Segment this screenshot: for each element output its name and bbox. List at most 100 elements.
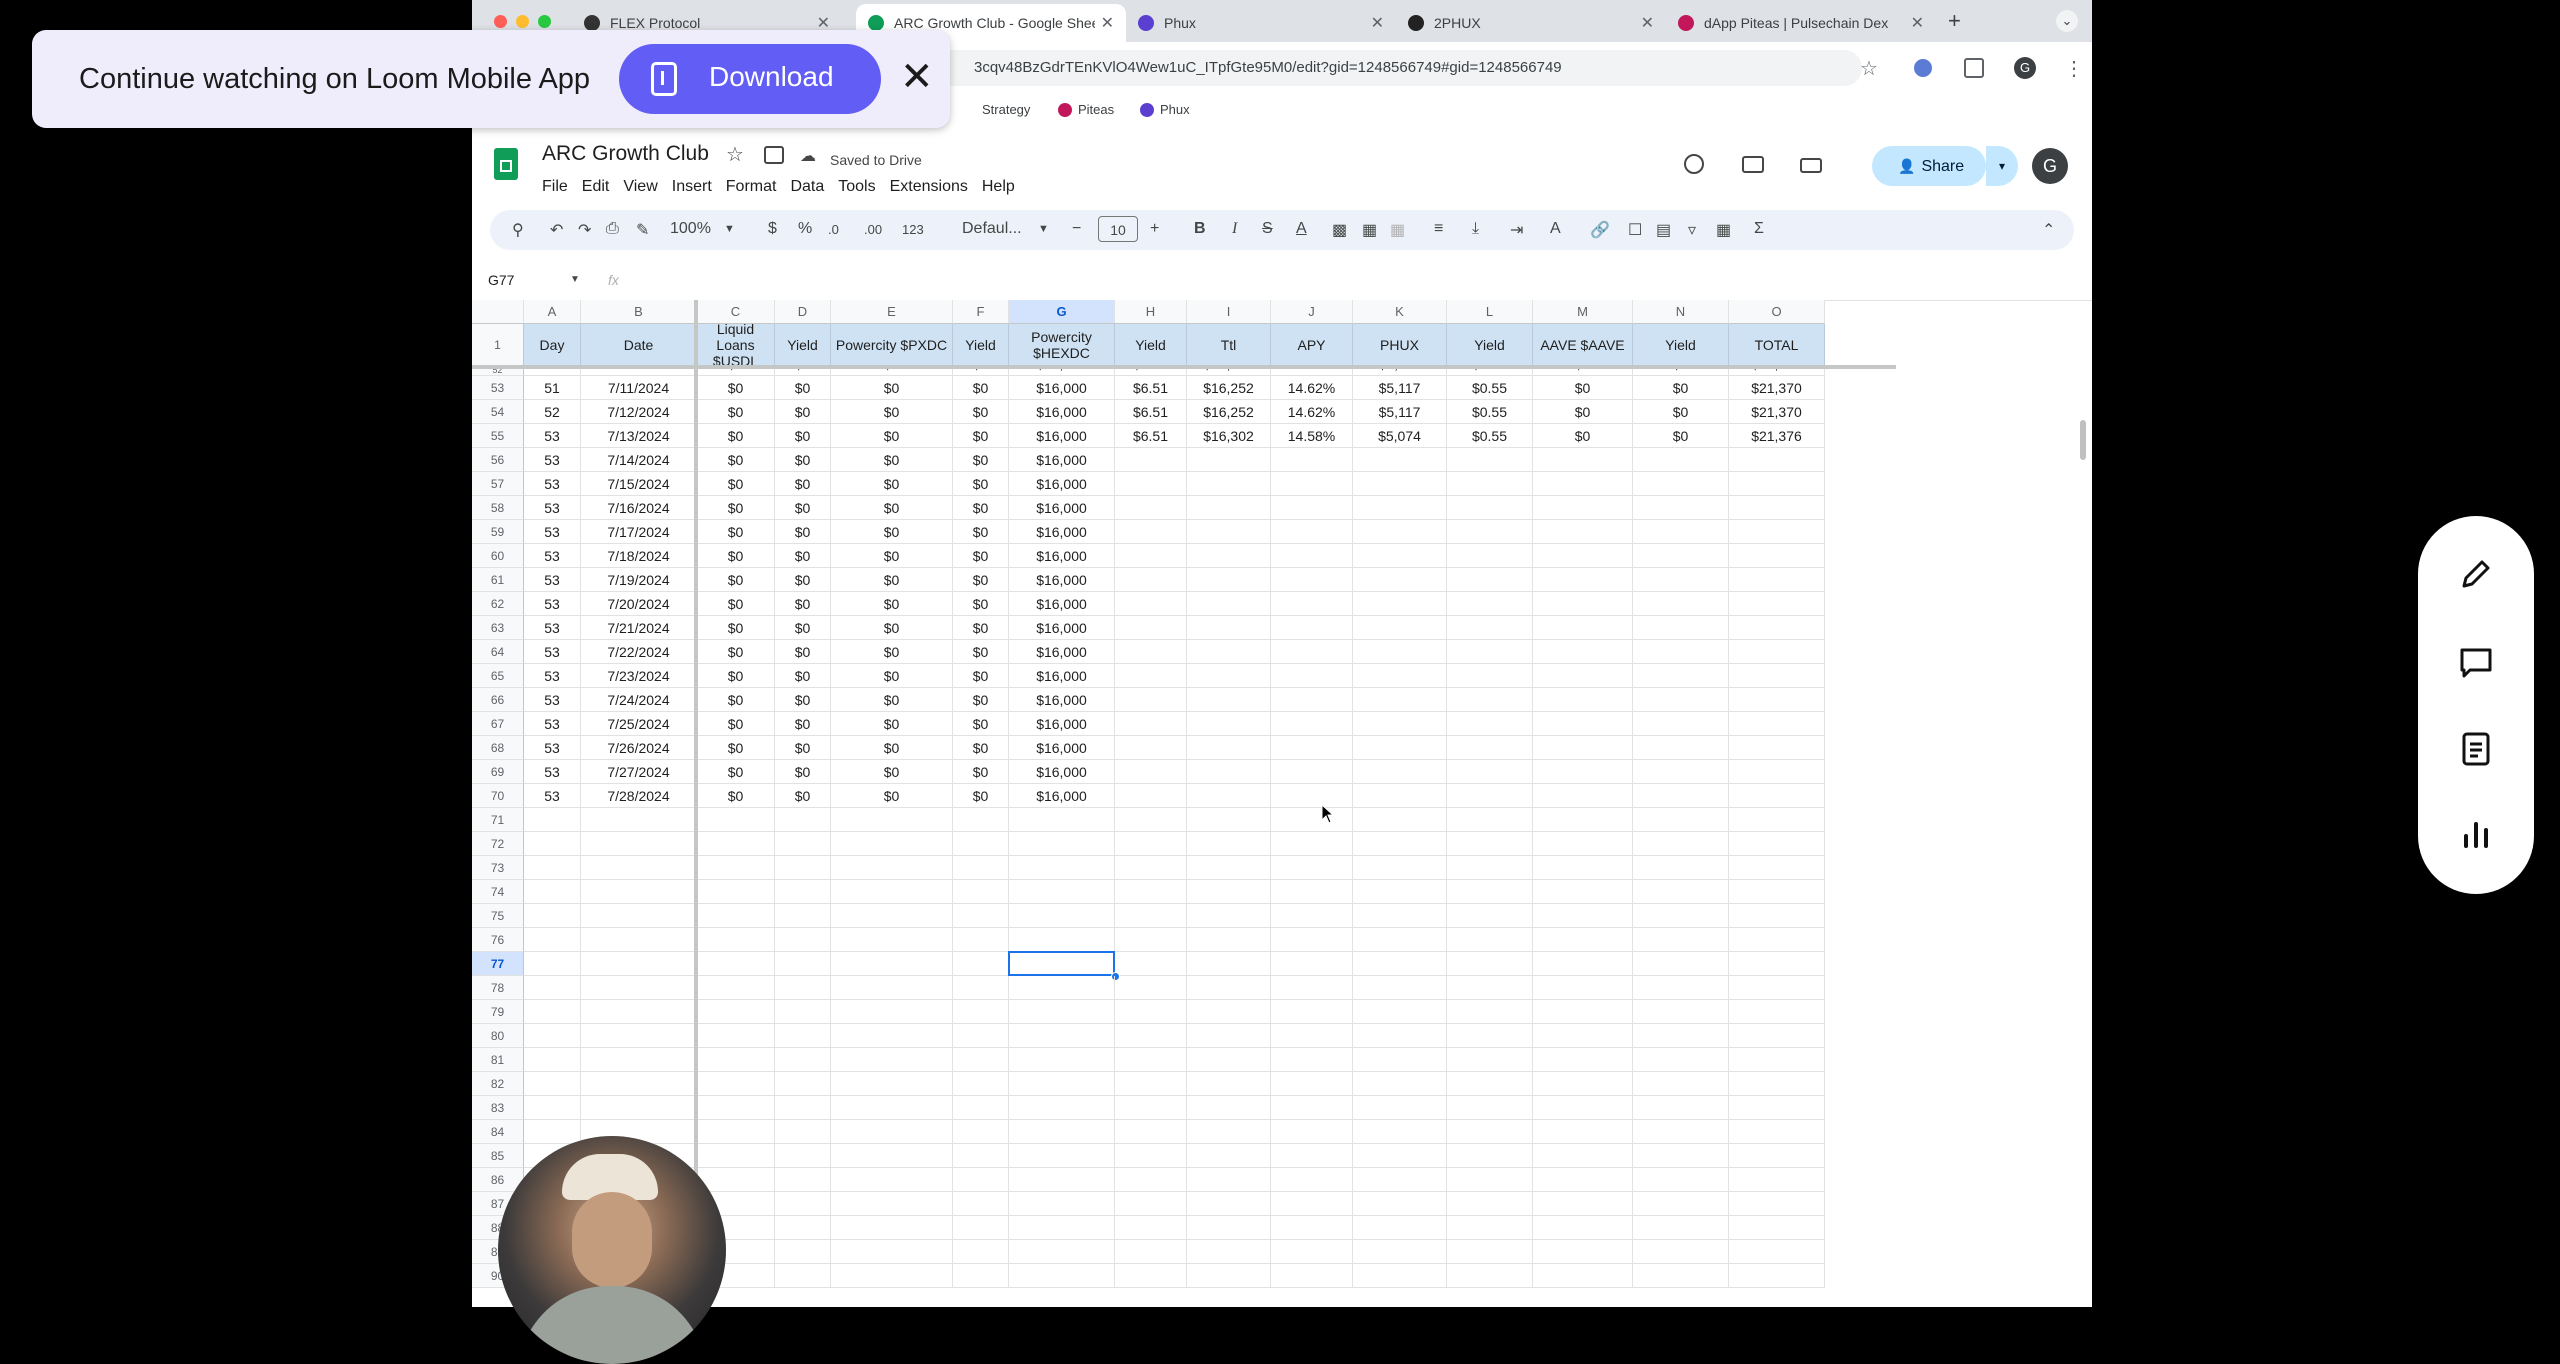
table-cell[interactable] — [1115, 472, 1187, 496]
table-cell[interactable] — [1353, 664, 1447, 688]
table-cell[interactable] — [1633, 1024, 1729, 1048]
new-tab-button[interactable]: + — [1948, 8, 1961, 34]
more-formats-button[interactable]: 123 — [902, 222, 924, 237]
table-cell[interactable] — [775, 880, 831, 904]
row-header[interactable]: 65 — [472, 664, 524, 688]
table-cell[interactable]: 53 — [524, 760, 581, 784]
table-cell[interactable] — [1187, 568, 1271, 592]
table-cell[interactable] — [1633, 1144, 1729, 1168]
table-cell[interactable]: $0 — [775, 688, 831, 712]
row-header[interactable]: 66 — [472, 688, 524, 712]
table-cell[interactable] — [1353, 472, 1447, 496]
table-cell[interactable]: $16,000 — [1009, 376, 1115, 400]
table-cell[interactable]: 53 — [524, 520, 581, 544]
table-cell[interactable]: 7/14/2024 — [581, 448, 697, 472]
table-cell[interactable] — [1009, 928, 1115, 952]
insert-link-icon[interactable]: 🔗 — [1590, 220, 1610, 240]
table-cell[interactable] — [1447, 496, 1533, 520]
table-cell[interactable] — [1533, 760, 1633, 784]
row-header[interactable]: 72 — [472, 832, 524, 856]
table-cell[interactable] — [581, 1048, 697, 1072]
table-cell[interactable] — [1633, 616, 1729, 640]
table-cell[interactable] — [775, 1048, 831, 1072]
table-cell[interactable]: $6.51 — [1115, 400, 1187, 424]
table-cell[interactable] — [1533, 1240, 1633, 1264]
table-cell[interactable]: $16,000 — [1009, 736, 1115, 760]
table-cell[interactable]: $0 — [697, 496, 775, 520]
table-cell[interactable]: $6.51 — [1115, 424, 1187, 448]
table-cell[interactable] — [1353, 568, 1447, 592]
table-cell[interactable] — [1115, 1192, 1187, 1216]
table-cell[interactable] — [1447, 544, 1533, 568]
table-cell[interactable] — [1353, 640, 1447, 664]
table-cell[interactable] — [775, 1120, 831, 1144]
table-cell[interactable] — [1729, 1264, 1825, 1288]
table-cell[interactable] — [1271, 712, 1353, 736]
table-cell[interactable]: $0 — [697, 616, 775, 640]
download-button[interactable]: Download — [619, 44, 881, 114]
table-cell[interactable] — [953, 1048, 1009, 1072]
comment-icon[interactable] — [2456, 642, 2496, 682]
table-cell[interactable]: 7/13/2024 — [581, 424, 697, 448]
table-cell[interactable]: 53 — [524, 664, 581, 688]
table-cell[interactable]: $0 — [1633, 424, 1729, 448]
table-cell[interactable]: 7/17/2024 — [581, 520, 697, 544]
table-cell[interactable]: $0 — [831, 712, 953, 736]
table-cell[interactable] — [775, 856, 831, 880]
table-cell[interactable] — [1187, 664, 1271, 688]
table-cell[interactable] — [1115, 1240, 1187, 1264]
table-cell[interactable] — [1271, 952, 1353, 976]
table-cell[interactable] — [697, 1024, 775, 1048]
table-cell[interactable]: $0 — [953, 760, 1009, 784]
table-cell[interactable] — [1115, 1216, 1187, 1240]
table-cell[interactable]: $21,376 — [1729, 424, 1825, 448]
table-cell[interactable]: $0 — [697, 664, 775, 688]
table-cell[interactable] — [1187, 1048, 1271, 1072]
table-cell[interactable] — [1353, 1000, 1447, 1024]
select-all-corner[interactable] — [472, 300, 524, 324]
table-cell[interactable]: $5,117 — [1353, 400, 1447, 424]
table-cell[interactable]: $0 — [775, 616, 831, 640]
table-cell[interactable] — [1633, 1120, 1729, 1144]
table-cell[interactable] — [1533, 1144, 1633, 1168]
table-cell[interactable] — [1115, 1072, 1187, 1096]
table-cell[interactable] — [1271, 1000, 1353, 1024]
table-cell[interactable] — [953, 1096, 1009, 1120]
table-cell[interactable] — [1633, 1264, 1729, 1288]
column-header-N[interactable]: N — [1633, 300, 1729, 324]
table-cell[interactable]: $16,000 — [1009, 688, 1115, 712]
tab-2[interactable]: Phux ✕ — [1126, 4, 1396, 42]
table-cell[interactable]: 7/22/2024 — [581, 640, 697, 664]
meet-icon[interactable] — [1800, 158, 1822, 173]
table-cell[interactable]: $16,252 — [1187, 376, 1271, 400]
table-cell[interactable]: 53 — [524, 736, 581, 760]
table-cell[interactable]: 51 — [524, 376, 581, 400]
table-cell[interactable] — [1187, 784, 1271, 808]
table-cell[interactable] — [1729, 568, 1825, 592]
table-cell[interactable] — [1353, 616, 1447, 640]
table-cell[interactable] — [953, 1024, 1009, 1048]
table-cell[interactable] — [1009, 1072, 1115, 1096]
table-cell[interactable] — [1447, 928, 1533, 952]
table-cell[interactable] — [1009, 1000, 1115, 1024]
table-cell[interactable] — [1115, 1264, 1187, 1288]
table-cell[interactable] — [1533, 784, 1633, 808]
table-cell[interactable] — [1729, 1240, 1825, 1264]
table-cell[interactable] — [775, 1264, 831, 1288]
table-cell[interactable] — [1115, 1096, 1187, 1120]
table-cell[interactable] — [1115, 856, 1187, 880]
text-color-button[interactable]: A — [1296, 220, 1307, 238]
table-cell[interactable] — [1729, 808, 1825, 832]
table-cell[interactable] — [831, 808, 953, 832]
table-cell[interactable] — [831, 880, 953, 904]
table-cell[interactable]: $0 — [697, 640, 775, 664]
table-cell[interactable] — [1187, 616, 1271, 640]
table-cell[interactable]: 7/24/2024 — [581, 688, 697, 712]
search-menus-icon[interactable]: ⚲ — [512, 220, 524, 240]
table-cell[interactable] — [1729, 448, 1825, 472]
table-cell[interactable] — [1115, 1144, 1187, 1168]
table-cell[interactable] — [953, 952, 1009, 976]
table-cell[interactable] — [775, 1000, 831, 1024]
table-cell[interactable] — [697, 976, 775, 1000]
table-cell[interactable] — [831, 1264, 953, 1288]
